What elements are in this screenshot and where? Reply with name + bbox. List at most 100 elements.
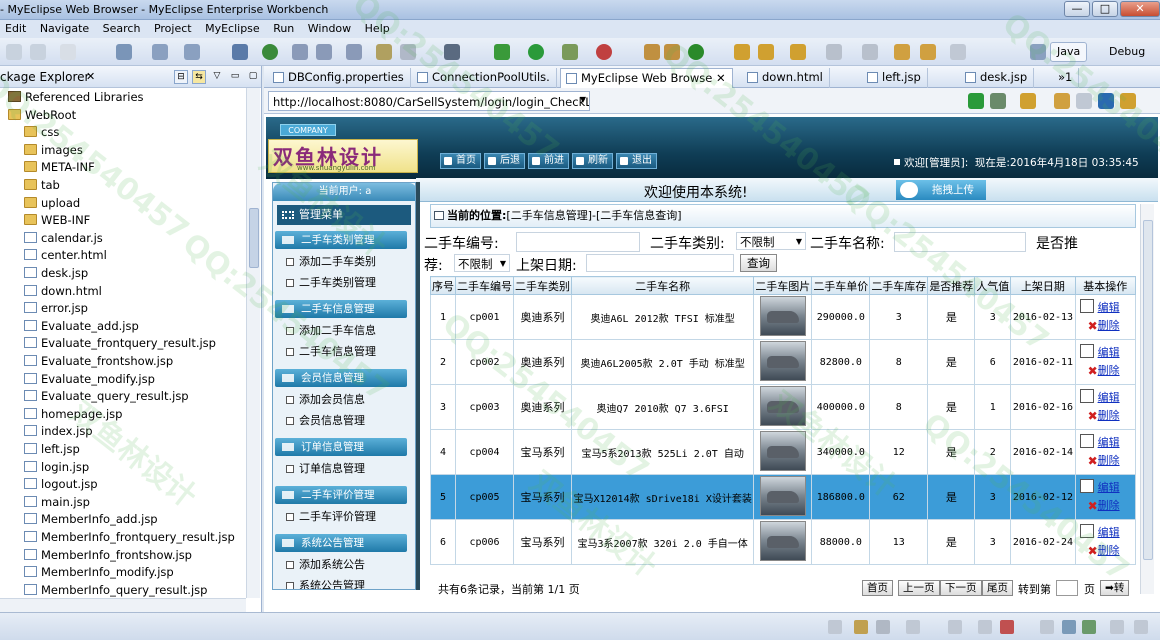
menu-section-header[interactable]: 二手车类别管理 xyxy=(275,231,407,249)
table-row[interactable]: 1 cp001 奥迪系列 奥迪A6L 2012款 TFSI 标准型 290000.0 3 是… xyxy=(430,294,1137,340)
nav-home-button[interactable]: 首页 xyxy=(440,153,481,169)
report-icon[interactable] xyxy=(376,44,392,60)
go-page-button[interactable]: ➡转 xyxy=(1100,580,1130,596)
status-console-icon[interactable] xyxy=(906,620,920,634)
close-tab-icon[interactable]: ✕ xyxy=(712,71,726,85)
edit-link[interactable]: 编辑 xyxy=(1098,436,1120,449)
menu-item[interactable]: 会员信息管理 xyxy=(283,411,409,431)
content-scrollbar[interactable] xyxy=(1140,204,1154,594)
menu-item[interactable]: 系统公告管理 xyxy=(283,576,409,589)
tree-node[interactable]: Evaluate_frontquery_result.jsp xyxy=(24,336,216,353)
browser-stop-icon[interactable] xyxy=(1098,93,1114,109)
nav-refresh-button[interactable]: 刷新 xyxy=(572,153,613,169)
status-search-icon[interactable] xyxy=(1134,620,1148,634)
delete-icon[interactable]: ✖ xyxy=(1088,499,1098,513)
status-outline-icon[interactable] xyxy=(1110,620,1124,634)
edit-link[interactable]: 编辑 xyxy=(1098,391,1120,404)
menu-section-header[interactable]: 二手车评价管理 xyxy=(275,486,407,504)
tree-node[interactable]: calendar.js xyxy=(24,231,103,248)
nav-back-button[interactable]: 后退 xyxy=(484,153,525,169)
favorites-icon[interactable] xyxy=(1020,93,1036,109)
globe-icon[interactable] xyxy=(262,44,278,60)
close-view-icon[interactable]: ✕ xyxy=(86,70,95,83)
menu-item[interactable]: 订单信息管理 xyxy=(283,459,409,479)
delete-icon[interactable]: ✖ xyxy=(1088,454,1098,468)
prev-page-button[interactable]: 上一页 xyxy=(898,580,940,596)
tree-node[interactable]: WEB-INF xyxy=(24,213,90,230)
menu-myeclipse[interactable]: MyEclipse xyxy=(200,20,265,35)
delete-icon[interactable]: ✖ xyxy=(1088,319,1098,333)
tree-node[interactable]: homepage.jsp xyxy=(24,407,122,424)
first-page-button[interactable]: 首页 xyxy=(862,580,893,596)
edit-link[interactable]: 编辑 xyxy=(1098,301,1120,314)
browser-refresh-icon[interactable] xyxy=(1120,93,1136,109)
tree-node[interactable]: META-INF xyxy=(24,160,95,177)
tree-vertical-scrollbar[interactable] xyxy=(246,88,260,598)
menu-section-header[interactable]: 订单信息管理 xyxy=(275,438,407,456)
tree-node[interactable]: Evaluate_modify.jsp xyxy=(24,372,155,389)
table-row[interactable]: 3 cp003 奥迪系列 奥迪Q7 2010款 Q7 3.6FSI 400000.0 8 是… xyxy=(430,384,1137,430)
browser-back-icon[interactable] xyxy=(1054,93,1070,109)
menu-section-header[interactable]: 系统公告管理 xyxy=(275,534,407,552)
save-icon[interactable] xyxy=(6,44,22,60)
table-row[interactable]: 5 cp005 宝马系列 宝马X12014款 sDrive18i X设计套装 18680… xyxy=(430,474,1137,520)
nav-forward-button[interactable]: 前进 xyxy=(528,153,569,169)
minimize-button[interactable]: — xyxy=(1064,1,1090,17)
status-task-icon[interactable] xyxy=(854,620,868,634)
debug-perspective-button[interactable]: Debug xyxy=(1102,42,1152,62)
last-edit-icon[interactable] xyxy=(894,44,910,60)
edit-icon[interactable] xyxy=(1079,524,1094,538)
tree-node[interactable]: tab xyxy=(24,178,60,195)
open-perspective-icon[interactable] xyxy=(1030,44,1046,60)
tree-node[interactable]: MemberInfo_frontshow.jsp xyxy=(24,548,192,565)
editor-tab[interactable]: ConnectionPoolUtils. xyxy=(412,68,557,88)
minimize-view-icon[interactable]: ▭ xyxy=(228,70,242,84)
menu-item[interactable]: 添加二手车信息 xyxy=(283,321,409,341)
delete-icon[interactable]: ✖ xyxy=(1088,409,1098,423)
undo-icon[interactable] xyxy=(60,44,76,60)
menu-section-header[interactable]: 二手车信息管理 xyxy=(275,300,407,318)
view-menu-icon[interactable]: ▽ xyxy=(210,70,224,84)
menu-item[interactable]: 添加系统公告 xyxy=(283,555,409,575)
maximize-button[interactable]: □ xyxy=(1092,1,1118,17)
forward-arrow-icon[interactable] xyxy=(950,44,966,60)
delete-icon[interactable]: ✖ xyxy=(1088,544,1098,558)
scroll-thumb[interactable] xyxy=(249,208,259,268)
car-no-input[interactable] xyxy=(516,232,640,252)
menu-item[interactable]: 添加二手车类别 xyxy=(283,252,409,272)
monitor-icon[interactable] xyxy=(444,44,460,60)
editor-tab[interactable]: desk.jsp xyxy=(960,68,1035,88)
menu-run[interactable]: Run xyxy=(268,20,299,35)
open-folder-icon[interactable] xyxy=(790,44,806,60)
status-problems-icon[interactable] xyxy=(978,620,992,634)
delete-link[interactable]: 删除 xyxy=(1098,364,1120,377)
tree-node[interactable]: left.jsp xyxy=(24,442,80,459)
goto-page-input[interactable] xyxy=(1056,580,1078,596)
tree-node[interactable]: Referenced Libraries xyxy=(8,90,144,107)
edit-link[interactable]: 编辑 xyxy=(1098,481,1120,494)
sql-icon[interactable] xyxy=(316,44,332,60)
package-explorer-title[interactable]: ckage Explorer xyxy=(0,70,89,84)
menu-item[interactable]: 二手车评价管理 xyxy=(283,507,409,527)
date-input[interactable] xyxy=(586,254,734,272)
tree-node[interactable]: desk.jsp xyxy=(24,266,88,283)
menu-project[interactable]: Project xyxy=(149,20,197,35)
tree-node[interactable]: index.jsp xyxy=(24,424,93,441)
menu-item[interactable]: 添加会员信息 xyxy=(283,390,409,410)
status-at-icon[interactable] xyxy=(876,620,890,634)
status-junit-icon[interactable] xyxy=(1000,620,1014,634)
delete-link[interactable]: 删除 xyxy=(1098,544,1120,557)
tree-node[interactable]: logout.jsp xyxy=(24,477,98,494)
link-editor-icon[interactable]: ⇆ xyxy=(192,70,206,84)
tree-node[interactable]: images xyxy=(24,143,83,160)
tree-node[interactable]: main.jsp xyxy=(24,495,90,512)
edit-link[interactable]: 编辑 xyxy=(1098,526,1120,539)
tree-node[interactable]: css xyxy=(24,125,59,142)
tree-node[interactable]: Evaluate_query_result.jsp xyxy=(24,389,189,406)
next-annotation-icon[interactable] xyxy=(862,44,878,60)
delete-link[interactable]: 删除 xyxy=(1098,454,1120,467)
browser-forward-icon[interactable] xyxy=(1076,93,1092,109)
annotation-icon[interactable] xyxy=(826,44,842,60)
tree-node[interactable]: MemberInfo_add.jsp xyxy=(24,512,158,529)
java-perspective-button[interactable]: Java xyxy=(1050,42,1088,62)
